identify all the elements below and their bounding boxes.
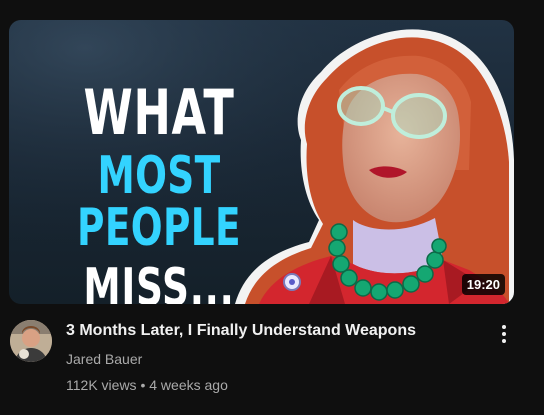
view-count: 112K views: [66, 377, 137, 393]
channel-name[interactable]: Jared Bauer: [66, 351, 142, 367]
thumbnail-line-what: WHAT: [83, 76, 235, 149]
channel-avatar[interactable]: [10, 320, 52, 362]
thumbnail-line-miss: MISS...: [83, 258, 235, 304]
duration-badge: 19:20: [461, 274, 505, 295]
video-title[interactable]: 3 Months Later, I Finally Understand Wea…: [66, 322, 416, 340]
video-thumbnail[interactable]: WHAT MOST PEOPLE MISS... 19:20: [9, 20, 514, 304]
more-vert-icon[interactable]: [492, 320, 516, 348]
stats-separator: •: [140, 377, 146, 393]
upload-age: 4 weeks ago: [149, 377, 228, 393]
thumbnail-headline: WHAT MOST PEOPLE MISS...: [51, 76, 267, 305]
video-card[interactable]: WHAT MOST PEOPLE MISS... 19:20 3 Months …: [0, 0, 544, 415]
video-stats: 112K views • 4 weeks ago: [66, 377, 228, 393]
avatar-image: [10, 320, 52, 362]
thumbnail-line-most-people: MOST PEOPLE: [77, 146, 241, 258]
